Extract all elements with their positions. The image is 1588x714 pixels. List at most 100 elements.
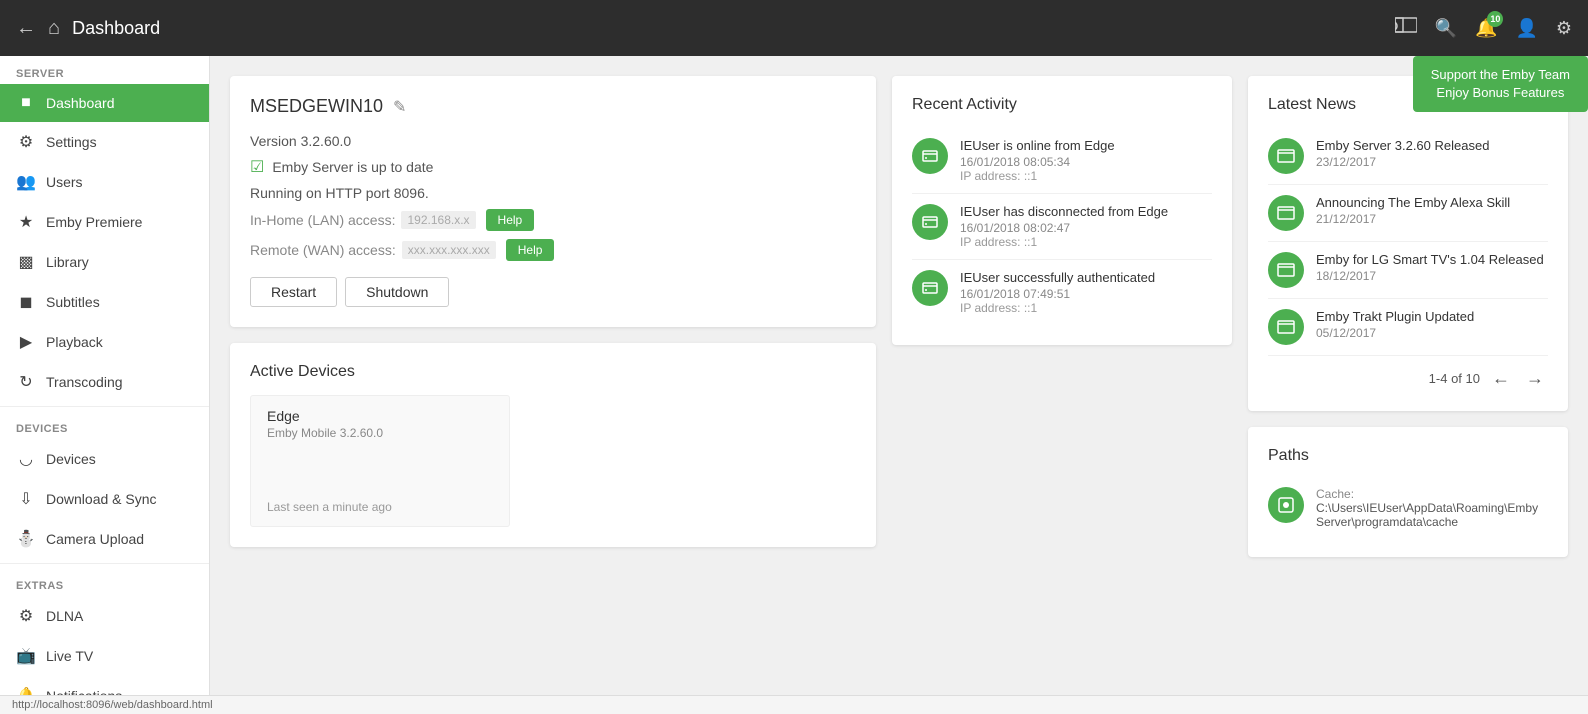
notif-sidebar-icon: 🔔	[16, 686, 36, 695]
sidebar-item-library[interactable]: ▩ Library	[0, 242, 209, 282]
wan-help-button[interactable]: Help	[506, 239, 555, 261]
news-date-3: 05/12/2017	[1316, 326, 1474, 340]
news-title-1: Announcing The Emby Alexa Skill	[1316, 195, 1510, 210]
http-port-text: Running on HTTP port 8096.	[250, 185, 429, 201]
sidebar-item-settings[interactable]: ⚙ Settings	[0, 122, 209, 162]
news-icon-1	[1268, 195, 1304, 231]
lan-help-button[interactable]: Help	[486, 209, 535, 231]
top-header: ← ⌂ Dashboard 🔍 🔔 10 👤 ⚙	[0, 0, 1588, 56]
checkbox-icon: ☑	[250, 157, 264, 177]
up-to-date-row: ☑ Emby Server is up to date	[250, 157, 856, 177]
middle-panel: Recent Activity IEUser is online from Ed…	[892, 76, 1232, 675]
page-title: Dashboard	[72, 18, 1395, 39]
sidebar-label-library: Library	[46, 254, 89, 270]
sidebar-item-dashboard[interactable]: ■ Dashboard	[0, 84, 209, 122]
act-time-0: 16/01/2018 08:05:34	[960, 155, 1115, 169]
server-card-header: MSEDGEWIN10 ✎	[250, 96, 856, 117]
sidebar-item-dlna[interactable]: ⚙ DLNA	[0, 596, 209, 636]
sidebar-label-settings: Settings	[46, 134, 97, 150]
act-ip-0: IP address: ::1	[960, 169, 1115, 183]
sidebar-item-transcoding[interactable]: ↻ Transcoding	[0, 362, 209, 402]
subtitles-icon: ◼	[16, 292, 36, 312]
device-name: Edge	[267, 408, 493, 424]
server-card: MSEDGEWIN10 ✎ Version 3.2.60.0 ☑ Emby Se…	[230, 76, 876, 327]
dashboard-content: MSEDGEWIN10 ✎ Version 3.2.60.0 ☑ Emby Se…	[230, 76, 1568, 675]
server-section-label: Server	[0, 56, 209, 84]
sidebar-label-devices: Devices	[46, 451, 96, 467]
news-item-0: Emby Server 3.2.60 Released 23/12/2017	[1268, 128, 1548, 185]
support-button[interactable]: Support the Emby Team Enjoy Bonus Featur…	[1413, 56, 1588, 112]
sidebar-item-playback[interactable]: ▶ Playback	[0, 322, 209, 362]
up-to-date-text: Emby Server is up to date	[272, 159, 433, 175]
recent-activity-title: Recent Activity	[912, 96, 1212, 114]
http-port-row: Running on HTTP port 8096.	[250, 185, 856, 201]
sidebar-label-users: Users	[46, 174, 83, 190]
path-info-cache: Cache: C:\Users\IEUser\AppData\Roaming\E…	[1316, 487, 1548, 529]
sidebar-item-users[interactable]: 👥 Users	[0, 162, 209, 202]
shutdown-button[interactable]: Shutdown	[345, 277, 449, 307]
edit-server-icon[interactable]: ✎	[393, 97, 406, 117]
news-pagination: 1-4 of 10 ← →	[1268, 366, 1548, 391]
support-line2: Enjoy Bonus Features	[1431, 84, 1570, 102]
sidebar-label-dlna: DLNA	[46, 608, 83, 624]
activity-icon-1	[912, 204, 948, 240]
left-panel: MSEDGEWIN10 ✎ Version 3.2.60.0 ☑ Emby Se…	[230, 76, 876, 675]
cast-icon[interactable]	[1395, 16, 1417, 40]
active-devices-title: Active Devices	[250, 363, 856, 381]
lan-value: 192.168.x.x	[401, 211, 475, 229]
settings-sidebar-icon: ⚙	[16, 132, 36, 152]
sidebar-label-camera-upload: Camera Upload	[46, 531, 144, 547]
pagination-text: 1-4 of 10	[1429, 371, 1480, 386]
news-content-2: Emby for LG Smart TV's 1.04 Released 18/…	[1316, 252, 1544, 283]
sidebar-item-live-tv[interactable]: 📺 Live TV	[0, 636, 209, 676]
act-time-2: 16/01/2018 07:49:51	[960, 287, 1155, 301]
back-button[interactable]: ←	[16, 17, 36, 40]
act-title-2: IEUser successfully authenticated	[960, 270, 1155, 285]
playback-icon: ▶	[16, 332, 36, 352]
notifications-icon[interactable]: 🔔 10	[1475, 17, 1497, 40]
activity-item-1: IEUser has disconnected from Edge 16/01/…	[912, 194, 1212, 260]
search-icon[interactable]: 🔍	[1435, 18, 1457, 39]
version-text: Version 3.2.60.0	[250, 133, 351, 149]
devices-section-label: Devices	[0, 411, 209, 439]
dlna-icon: ⚙	[16, 606, 36, 626]
paths-title: Paths	[1268, 447, 1548, 465]
paths-card: Paths Cache: C:\Users\IEUser\AppData\Roa…	[1248, 427, 1568, 557]
path-item-cache: Cache: C:\Users\IEUser\AppData\Roaming\E…	[1268, 479, 1548, 537]
lan-label: In-Home (LAN) access:	[250, 212, 395, 228]
sidebar-label-playback: Playback	[46, 334, 103, 350]
right-panel: Latest News Emby Server 3.2.60 Released …	[1248, 76, 1568, 675]
sidebar-item-notifications[interactable]: 🔔 Notifications	[0, 676, 209, 695]
activity-item-2: IEUser successfully authenticated 16/01/…	[912, 260, 1212, 325]
star-icon: ★	[16, 212, 36, 232]
version-row: Version 3.2.60.0	[250, 133, 856, 149]
settings-icon[interactable]: ⚙	[1556, 18, 1572, 39]
sidebar-item-devices[interactable]: ◡ Devices	[0, 439, 209, 479]
prev-page-button[interactable]: ←	[1488, 366, 1514, 391]
news-icon-2	[1268, 252, 1304, 288]
news-icon-0	[1268, 138, 1304, 174]
restart-button[interactable]: Restart	[250, 277, 337, 307]
users-icon: 👥	[16, 172, 36, 192]
news-date-0: 23/12/2017	[1316, 155, 1489, 169]
server-actions: Restart Shutdown	[250, 277, 856, 307]
news-title-2: Emby for LG Smart TV's 1.04 Released	[1316, 252, 1544, 267]
news-date-2: 18/12/2017	[1316, 269, 1544, 283]
sidebar-item-emby-premiere[interactable]: ★ Emby Premiere	[0, 202, 209, 242]
lan-access-row: In-Home (LAN) access: 192.168.x.x Help	[250, 209, 856, 231]
sidebar-item-camera-upload[interactable]: ⛄ Camera Upload	[0, 519, 209, 559]
activity-item-0: IEUser is online from Edge 16/01/2018 08…	[912, 128, 1212, 194]
activity-icon-2	[912, 270, 948, 306]
cache-label: Cache:	[1316, 487, 1548, 501]
profile-icon[interactable]: 👤	[1515, 18, 1537, 39]
news-content-0: Emby Server 3.2.60 Released 23/12/2017	[1316, 138, 1489, 169]
news-item-2: Emby for LG Smart TV's 1.04 Released 18/…	[1268, 242, 1548, 299]
next-page-button[interactable]: →	[1522, 366, 1548, 391]
active-devices-card: Active Devices Edge Emby Mobile 3.2.60.0…	[230, 343, 876, 547]
sidebar-item-subtitles[interactable]: ◼ Subtitles	[0, 282, 209, 322]
sidebar-item-download-sync[interactable]: ⇩ Download & Sync	[0, 479, 209, 519]
home-button[interactable]: ⌂	[48, 17, 60, 40]
sidebar-label-download-sync: Download & Sync	[46, 491, 157, 507]
news-title-0: Emby Server 3.2.60 Released	[1316, 138, 1489, 153]
server-name: MSEDGEWIN10	[250, 96, 383, 117]
